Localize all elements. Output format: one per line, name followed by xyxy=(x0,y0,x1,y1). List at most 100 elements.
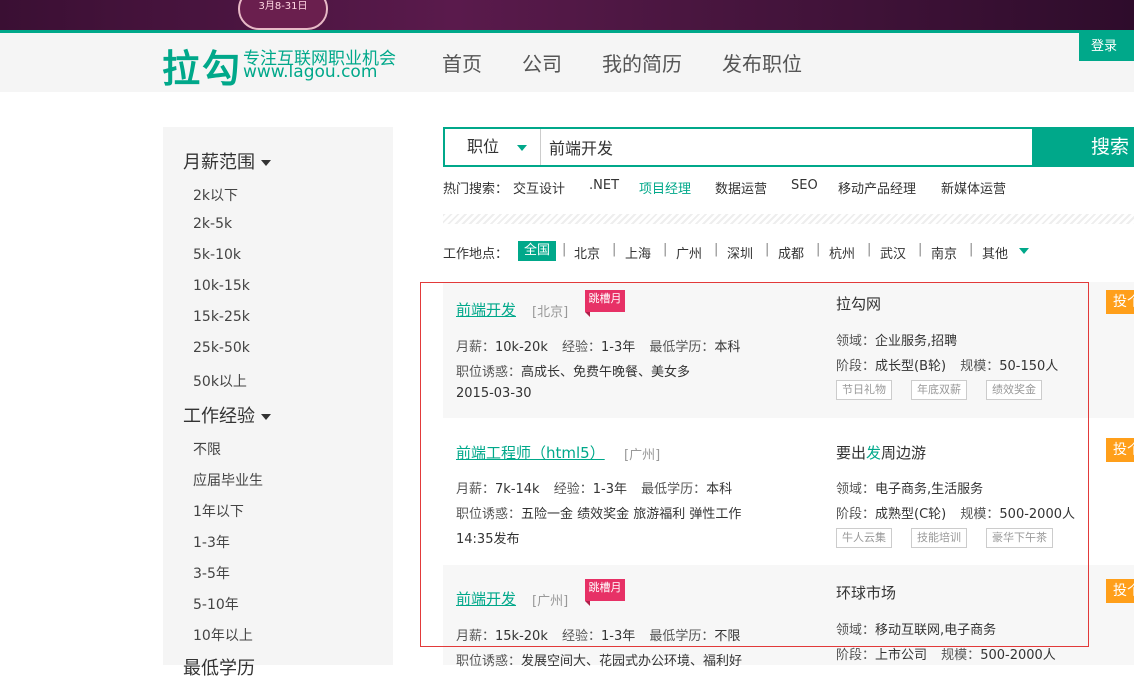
hot-search-item[interactable]: SEO xyxy=(791,178,818,193)
experience-filter-title[interactable]: 工作经验 xyxy=(183,402,271,428)
city-separator: | xyxy=(918,242,923,257)
search-input[interactable] xyxy=(541,129,1031,165)
company-tag: 技能培训 xyxy=(911,528,967,548)
experience-option[interactable]: 5-10年 xyxy=(193,594,239,614)
experience-label: 经验： xyxy=(562,340,602,355)
logo-mark[interactable]: 拉勾 xyxy=(162,38,242,93)
salary-option[interactable]: 15k-25k xyxy=(193,309,250,325)
scale-label: 规模： xyxy=(960,507,1000,522)
company-field: 领域：电子商务,生活服务 xyxy=(836,478,983,497)
apply-button[interactable]: 投个 xyxy=(1106,290,1134,314)
job-city: [广州] xyxy=(532,594,569,609)
scale-label: 规模： xyxy=(941,648,981,663)
promo-badge: 跳槽月 xyxy=(585,579,625,606)
job-perks: 职位诱惑：发展空间大、花园式办公环境、福利好 xyxy=(456,650,742,669)
company-tag: 绩效奖金 xyxy=(986,380,1042,400)
city-option-more[interactable]: 其他 xyxy=(982,243,1008,262)
city-separator: | xyxy=(867,242,872,257)
experience-option[interactable]: 10年以上 xyxy=(193,625,253,645)
location-label: 工作地点： xyxy=(443,247,509,262)
job-title-link[interactable]: 前端开发 xyxy=(456,588,516,609)
experience-option[interactable]: 1-3年 xyxy=(193,532,230,552)
city-option[interactable]: 武汉 xyxy=(880,243,906,262)
top-banner[interactable] xyxy=(0,0,1134,30)
company-tag: 牛人云集 xyxy=(836,528,892,548)
job-perks: 职位诱惑：高成长、免费午晚餐、美女多 xyxy=(456,361,690,380)
salary-label: 月薪： xyxy=(456,340,496,355)
job-title-link[interactable]: 前端工程师（html5） xyxy=(456,442,605,463)
education-value: 不限 xyxy=(714,629,741,644)
company-name-highlight: 发 xyxy=(866,444,882,462)
stage-value: 成熟型(C轮) xyxy=(875,507,947,522)
city-option[interactable]: 深圳 xyxy=(727,243,753,262)
hot-search-item[interactable]: .NET xyxy=(589,178,619,193)
promo-badge: 跳槽月 xyxy=(585,290,625,317)
chevron-down-icon xyxy=(261,160,271,166)
apply-button[interactable]: 投个 xyxy=(1106,579,1134,603)
company-tag: 节日礼物 xyxy=(836,380,892,400)
salary-option[interactable]: 2k-5k xyxy=(193,216,232,232)
stage-value: 成长型(B轮) xyxy=(875,359,947,374)
salary-option[interactable]: 25k-50k xyxy=(193,340,250,356)
city-separator: | xyxy=(663,242,668,257)
login-button[interactable]: 登录 xyxy=(1079,33,1134,61)
nav-post-job[interactable]: 发布职位 xyxy=(722,48,802,77)
chevron-down-icon xyxy=(261,414,271,420)
experience-option[interactable]: 1年以下 xyxy=(193,501,244,521)
experience-option[interactable]: 不限 xyxy=(193,439,221,459)
scale-value: 500-2000人 xyxy=(980,648,1056,663)
logo-url: www.lagou.com xyxy=(243,62,378,82)
salary-option[interactable]: 5k-10k xyxy=(193,247,241,263)
salary-option[interactable]: 50k以上 xyxy=(193,371,247,391)
hot-search-item[interactable]: 新媒体运营 xyxy=(941,178,1006,197)
hot-search-label: 热门搜索： xyxy=(443,182,509,197)
job-title-link[interactable]: 前端开发 xyxy=(456,299,516,320)
search-type-select[interactable]: 职位 xyxy=(445,129,541,165)
education-filter-title[interactable]: 最低学历 xyxy=(183,654,255,680)
company-field: 领域：企业服务,招聘 xyxy=(836,330,957,349)
hot-search-item[interactable]: 移动产品经理 xyxy=(838,178,916,197)
experience-filter-label: 工作经验 xyxy=(183,406,255,427)
company-name[interactable]: 拉勾网 xyxy=(836,293,881,314)
job-city: [北京] xyxy=(532,305,569,320)
search-button[interactable]: 搜索 xyxy=(1034,127,1134,167)
company-stage: 阶段：成长型(B轮) 规模：50-150人 xyxy=(836,355,1058,374)
city-option[interactable]: 上海 xyxy=(625,243,651,262)
experience-option[interactable]: 3-5年 xyxy=(193,563,230,583)
nav-my-resume[interactable]: 我的简历 xyxy=(602,48,682,77)
hot-search-item[interactable]: 项目经理 xyxy=(639,178,691,197)
city-separator: | xyxy=(562,242,567,257)
city-option[interactable]: 杭州 xyxy=(829,243,855,262)
stage-value: 上市公司 xyxy=(875,648,928,663)
hot-search-item[interactable]: 数据运营 xyxy=(715,178,767,197)
city-option[interactable]: 广州 xyxy=(676,243,702,262)
company-name[interactable]: 环球市场 xyxy=(836,582,896,603)
banner-badge[interactable]: 3月8-31日 xyxy=(238,0,328,30)
city-option[interactable]: 南京 xyxy=(931,243,957,262)
company-name[interactable]: 要出发周边游 xyxy=(836,442,926,463)
nav-home[interactable]: 首页 xyxy=(442,48,482,77)
city-separator: | xyxy=(612,242,617,257)
perks-label: 职位诱惑： xyxy=(456,654,522,669)
city-option-selected[interactable]: 全国 xyxy=(518,241,556,261)
company-name-part: 周边游 xyxy=(881,444,927,462)
city-option[interactable]: 成都 xyxy=(778,243,804,262)
company-tag: 豪华下午茶 xyxy=(986,528,1053,548)
field-label: 领域： xyxy=(836,623,876,638)
experience-label: 经验： xyxy=(553,482,593,497)
city-option[interactable]: 北京 xyxy=(574,243,600,262)
apply-button[interactable]: 投个 xyxy=(1106,438,1134,462)
city-separator: | xyxy=(816,242,821,257)
salary-filter-title[interactable]: 月薪范围 xyxy=(183,148,271,174)
perks-label: 职位诱惑： xyxy=(456,365,522,380)
hot-search-item[interactable]: 交互设计 xyxy=(513,178,565,197)
nav-companies[interactable]: 公司 xyxy=(522,48,562,77)
experience-label: 经验： xyxy=(562,629,602,644)
perks-value: 五险一金 绩效奖金 旅游福利 弹性工作 xyxy=(521,507,742,522)
experience-option[interactable]: 应届毕业生 xyxy=(193,470,263,490)
filter-sidebar xyxy=(163,127,393,665)
salary-value: 7k-14k xyxy=(495,482,540,497)
salary-option[interactable]: 2k以下 xyxy=(193,185,238,205)
salary-option[interactable]: 10k-15k xyxy=(193,278,250,294)
city-separator: | xyxy=(714,242,719,257)
